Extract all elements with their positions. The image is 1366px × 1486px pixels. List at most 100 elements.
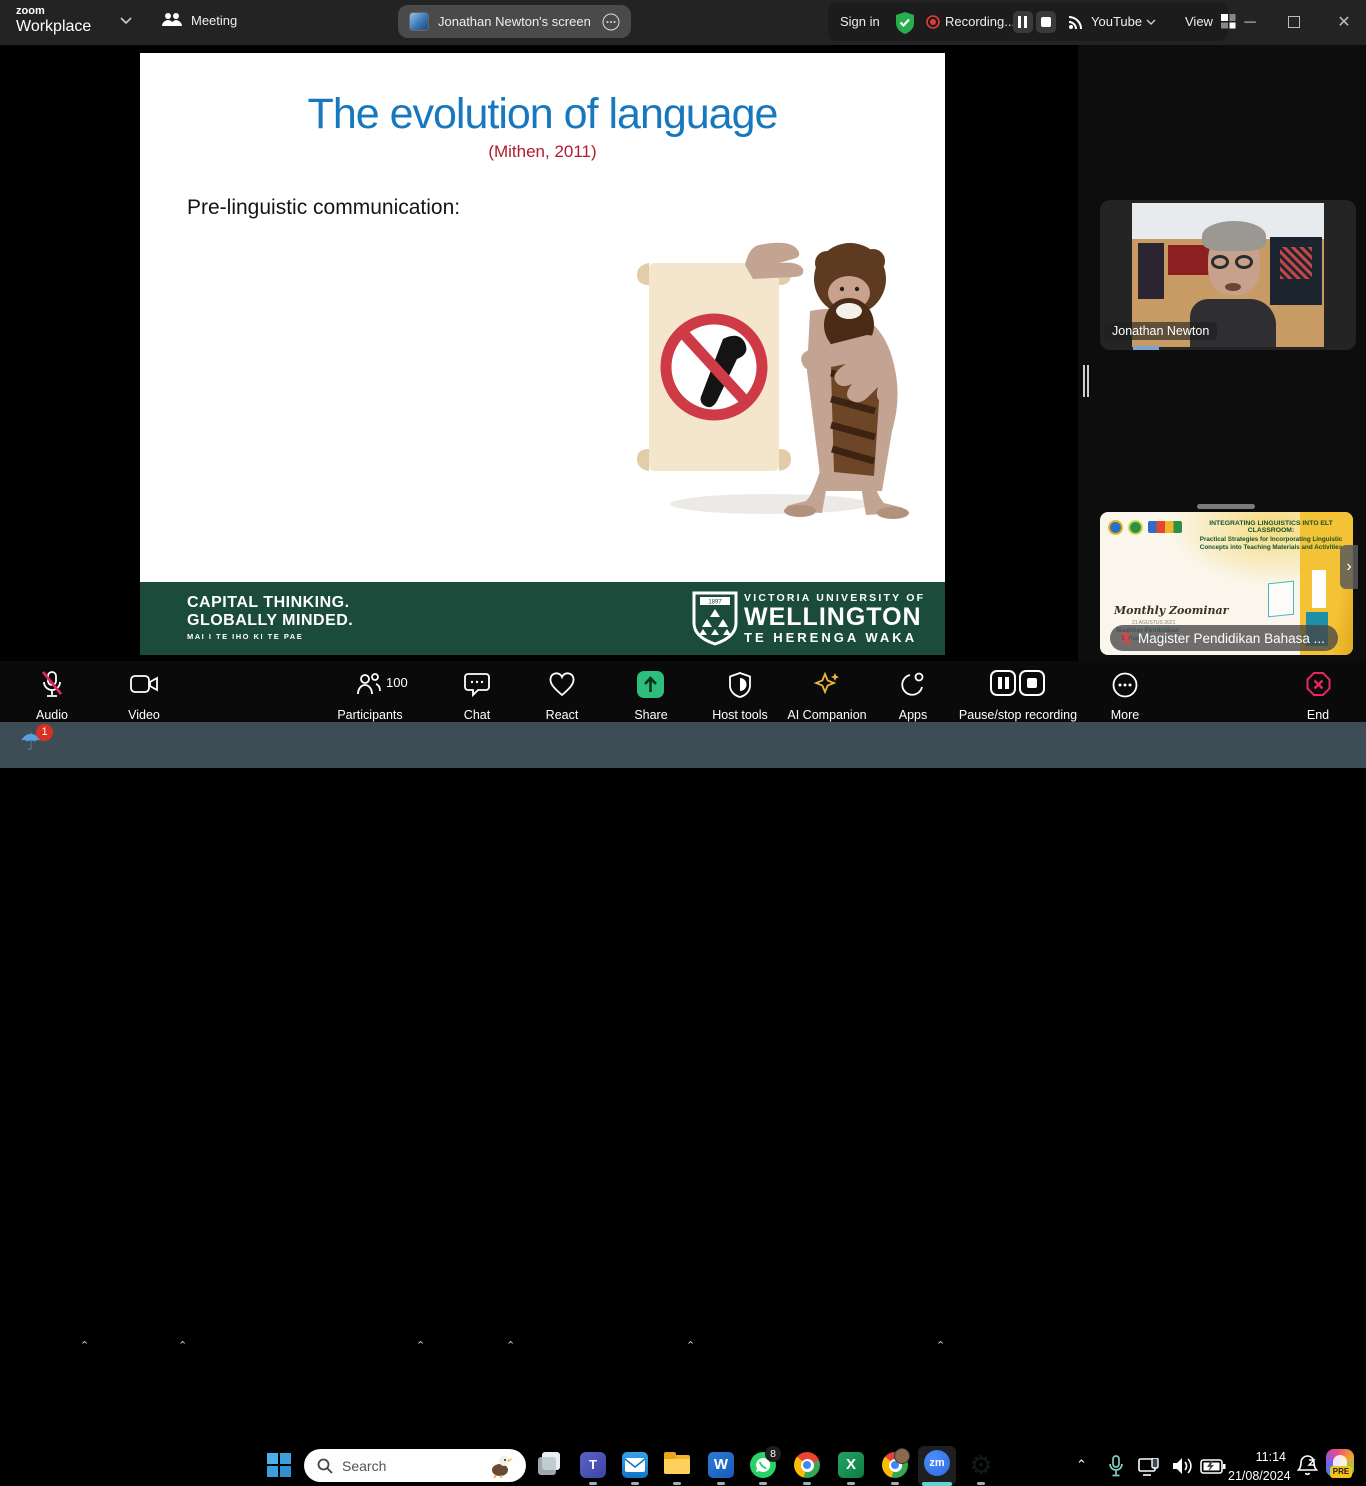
participants-options-chevron[interactable]: ⌃ <box>416 1339 425 1352</box>
poster-script-title: Monthly Zoominar <box>1114 604 1228 617</box>
meeting-content-area: The evolution of language (Mithen, 2011)… <box>0 45 1366 661</box>
excel-app-icon[interactable]: X <box>838 1452 864 1478</box>
volume-tray-icon[interactable] <box>1172 1457 1194 1475</box>
notification-bell-icon[interactable] <box>1297 1454 1318 1477</box>
apps-options-chevron[interactable]: ⌃ <box>936 1339 945 1352</box>
video-tile-jonathan[interactable]: Jonathan Newton <box>1100 200 1356 350</box>
video-label: Video <box>64 708 224 722</box>
person-hair <box>1202 221 1266 251</box>
whatsapp-app-icon[interactable]: 8 <box>750 1452 776 1478</box>
minimize-button[interactable]: ─ <box>1228 0 1272 45</box>
panel-resize-handle[interactable] <box>1083 365 1085 397</box>
word-letter: W <box>714 1456 728 1473</box>
weather-tray-icon[interactable]: ☂ 1 <box>20 728 54 762</box>
microphone-tray-icon[interactable] <box>1108 1455 1124 1477</box>
close-button[interactable]: ✕ <box>1322 0 1366 45</box>
search-placeholder: Search <box>342 1458 386 1474</box>
end-icon <box>1305 671 1332 698</box>
zoom-app-icon[interactable]: zm <box>924 1450 950 1476</box>
excel-letter: X <box>846 1456 856 1473</box>
profile-avatar <box>894 1448 910 1464</box>
more-icon <box>1112 672 1138 698</box>
next-videos-chevron[interactable]: › <box>1340 545 1358 589</box>
shield-check-icon[interactable] <box>894 11 916 35</box>
share-options-chevron[interactable]: ⌃ <box>686 1339 695 1352</box>
mic-muted-icon <box>40 670 64 698</box>
teams-app-icon[interactable]: T <box>580 1452 606 1478</box>
cast-display-tray-icon[interactable] <box>1138 1458 1162 1477</box>
panel-resize-handle[interactable] <box>1087 365 1089 397</box>
word-app-icon[interactable]: W <box>708 1452 734 1478</box>
chat-icon <box>464 672 490 697</box>
university-name-3: TE HERENGA WAKA <box>744 630 925 645</box>
pause-recording-icon[interactable] <box>990 670 1016 696</box>
shield-icon <box>728 672 752 698</box>
search-box[interactable]: Search <box>304 1449 526 1482</box>
battery-tray-icon[interactable] <box>1200 1459 1226 1474</box>
meeting-tab[interactable]: Meeting <box>162 12 237 28</box>
more-button[interactable]: More <box>1093 669 1157 719</box>
audio-active-indicator <box>1133 346 1159 350</box>
participant-name-label: Jonathan Newton <box>1104 322 1217 340</box>
chevron-down-icon[interactable] <box>1146 19 1156 26</box>
participant-name-label: Magister Pendidikan Bahasa ... <box>1138 631 1325 646</box>
recording-dot-icon <box>926 15 940 29</box>
clock-tray[interactable]: 11:14 21/08/2024 <box>1228 1448 1286 1486</box>
video-tile-magister[interactable]: INTEGRATING LINGUISTICS INTO ELT CLASSRO… <box>1100 512 1353 655</box>
brand-workplace: Workplace <box>16 19 91 35</box>
copilot-tray-icon[interactable]: PRE <box>1326 1449 1356 1479</box>
poster-left <box>1138 243 1164 299</box>
participants-icon <box>356 672 382 696</box>
task-view-button[interactable] <box>538 1452 564 1478</box>
stop-recording-icon[interactable] <box>1019 670 1045 696</box>
chevron-down-icon[interactable] <box>120 17 132 25</box>
topbar-right-group: Sign in Recording... YouTube View <box>828 3 1228 41</box>
chrome-profile-app-icon[interactable] <box>882 1452 908 1478</box>
video-thumbnails-panel: Jonathan Newton INTEGRATING LINGUISTICS … <box>1078 45 1366 661</box>
poster-kampus-merdeka-logo <box>1148 521 1182 533</box>
stop-recording-button[interactable] <box>1036 11 1056 33</box>
poster-dark <box>1270 237 1322 305</box>
university-shield-logo: 1897 <box>692 591 738 646</box>
maximize-button[interactable] <box>1288 16 1300 28</box>
mic-muted-icon <box>1120 631 1132 646</box>
participant-name-pill: Magister Pendidikan Bahasa ... <box>1110 625 1338 651</box>
tray-overflow-chevron[interactable]: ⌃ <box>1076 1457 1087 1473</box>
poster-subtitle-2: Concepts into Teaching Materials and Act… <box>1192 544 1350 551</box>
zoom-app-active-highlight[interactable]: zm <box>918 1446 956 1486</box>
apps-button[interactable]: Apps <box>881 669 945 719</box>
thumbnail-drag-handle[interactable] <box>1197 504 1255 509</box>
shared-screen-pill[interactable]: Jonathan Newton's screen <box>398 5 631 38</box>
more-label: More <box>1045 708 1205 722</box>
chrome-app-icon[interactable] <box>794 1452 820 1478</box>
youtube-live-label[interactable]: YouTube <box>1091 14 1142 29</box>
audio-options-chevron[interactable]: ⌃ <box>80 1339 89 1352</box>
poster-door-panel <box>1312 570 1326 608</box>
pause-recording-button[interactable] <box>1013 11 1033 33</box>
footer-tagline-1: CAPITAL THINKING. <box>187 594 353 612</box>
copilot-pre-badge: PRE <box>1330 1466 1352 1478</box>
view-button-label[interactable]: View <box>1185 14 1213 29</box>
poster-logo-2 <box>1128 520 1143 535</box>
mail-app-icon[interactable] <box>622 1452 648 1478</box>
settings-gear-icon[interactable]: ⚙ <box>968 1452 994 1478</box>
recording-status-label: Recording... <box>945 14 1015 29</box>
chat-options-chevron[interactable]: ⌃ <box>506 1339 515 1352</box>
video-options-chevron[interactable]: ⌃ <box>178 1339 187 1352</box>
video-button[interactable]: Video <box>112 669 176 719</box>
tray-time: 11:14 <box>1228 1448 1286 1467</box>
sparkle-icon <box>813 671 841 699</box>
end-button[interactable]: End <box>1286 669 1350 719</box>
notification-badge: 1 <box>36 724 53 741</box>
windows-taskbar: ☂ 1 Search T <box>0 722 1366 768</box>
file-explorer-icon[interactable] <box>664 1452 690 1478</box>
poster-red <box>1168 245 1212 275</box>
poster-title: INTEGRATING LINGUISTICS INTO ELT CLASSRO… <box>1192 520 1350 534</box>
slide-body-heading: Pre-linguistic communication: <box>187 196 460 220</box>
windows-start-button[interactable] <box>266 1452 292 1478</box>
slide-footer: CAPITAL THINKING. GLOBALLY MINDED. MAI I… <box>140 582 945 655</box>
sign-in-link[interactable]: Sign in <box>840 14 880 29</box>
shared-slide: The evolution of language (Mithen, 2011)… <box>140 53 945 655</box>
ellipsis-menu-icon[interactable] <box>602 13 620 31</box>
tray-date: 21/08/2024 <box>1228 1467 1286 1486</box>
